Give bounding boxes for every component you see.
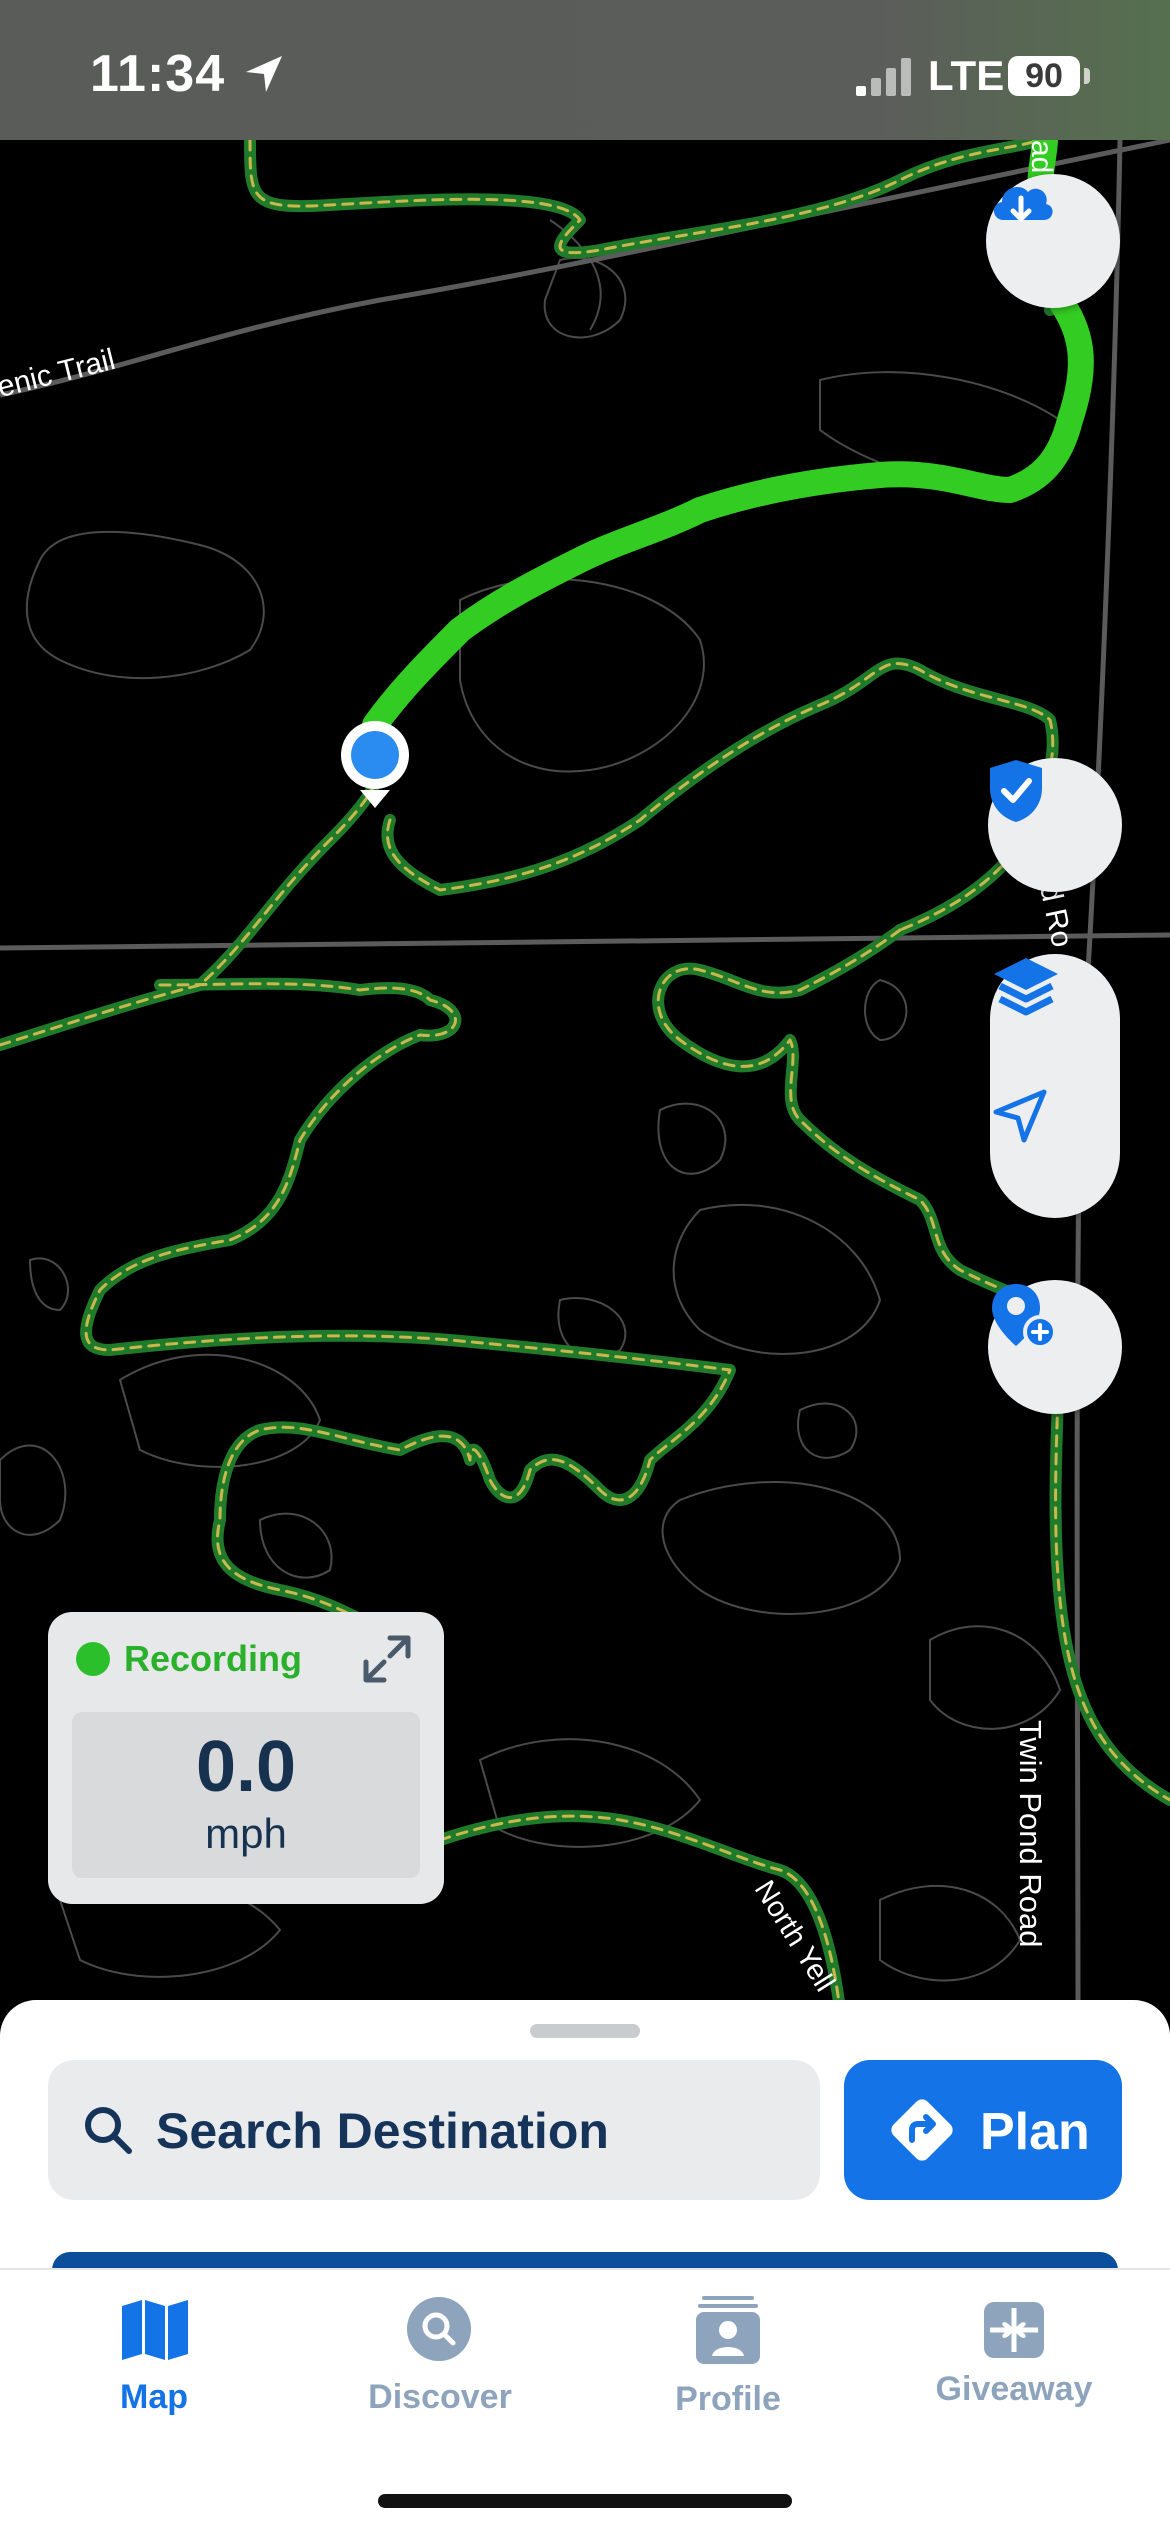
current-location-marker	[341, 721, 409, 808]
map-icon	[122, 2300, 188, 2360]
layers-icon	[994, 958, 1058, 1016]
plan-button[interactable]: Plan	[844, 2060, 1122, 2200]
speed-value: 0.0	[195, 1727, 297, 1807]
speed-unit: mph	[205, 1810, 287, 1857]
map-label-road-top: ad	[1025, 140, 1058, 174]
cellular-signal-icon	[856, 58, 911, 96]
route-diamond-icon	[891, 2099, 953, 2161]
network-type: LTE	[928, 52, 1005, 99]
search-icon	[85, 2107, 132, 2154]
status-time: 11:34	[90, 45, 226, 103]
tab-profile[interactable]: Profile	[582, 2270, 874, 2470]
location-services-icon	[246, 56, 282, 92]
tab-label-discover: Discover	[368, 2378, 512, 2416]
expand-icon[interactable]	[360, 1632, 414, 1686]
add-pin-button[interactable]	[988, 1280, 1122, 1414]
locate-button[interactable]	[990, 1086, 1120, 1218]
profile-icon	[696, 2296, 760, 2364]
layers-button[interactable]	[990, 954, 1120, 1086]
status-bar: 11:34 LTE 90	[0, 0, 1170, 140]
battery-nub	[1084, 68, 1090, 84]
tab-label-giveaway: Giveaway	[935, 2370, 1093, 2408]
map-label-twin-pond-road: Twin Pond Road	[1013, 1720, 1048, 1948]
tab-giveaway[interactable]: Giveaway	[868, 2270, 1160, 2470]
sheet-drag-handle[interactable]	[530, 2024, 640, 2038]
search-destination-field[interactable]: Search Destination	[48, 2060, 820, 2200]
speed-panel: 0.0 mph	[72, 1712, 420, 1878]
recording-status-label: Recording	[124, 1638, 303, 1679]
battery-indicator: 90	[1008, 56, 1080, 96]
recording-status-dot	[76, 1642, 110, 1676]
plan-label: Plan	[980, 2103, 1090, 2161]
tab-map[interactable]: Map	[8, 2270, 300, 2470]
search-placeholder: Search Destination	[156, 2103, 609, 2159]
safety-button[interactable]	[988, 758, 1122, 892]
tab-label-profile: Profile	[675, 2380, 781, 2418]
tab-bar: Map Discover Profile Giveaway	[0, 2268, 1170, 2534]
map-controls-stack	[990, 954, 1120, 1218]
tab-discover[interactable]: Discover	[294, 2270, 586, 2470]
gift-icon	[984, 2302, 1044, 2358]
offline-download-button[interactable]	[986, 174, 1120, 308]
add-pin-icon	[992, 1284, 1057, 1349]
navigation-arrow-icon	[993, 1089, 1047, 1143]
discover-icon	[407, 2297, 471, 2361]
home-indicator[interactable]	[378, 2494, 792, 2508]
shield-check-icon	[990, 760, 1042, 822]
cloud-download-icon	[993, 187, 1053, 222]
tab-label-map: Map	[120, 2378, 188, 2416]
recording-card[interactable]: Recording 0.0 mph	[48, 1612, 444, 1904]
